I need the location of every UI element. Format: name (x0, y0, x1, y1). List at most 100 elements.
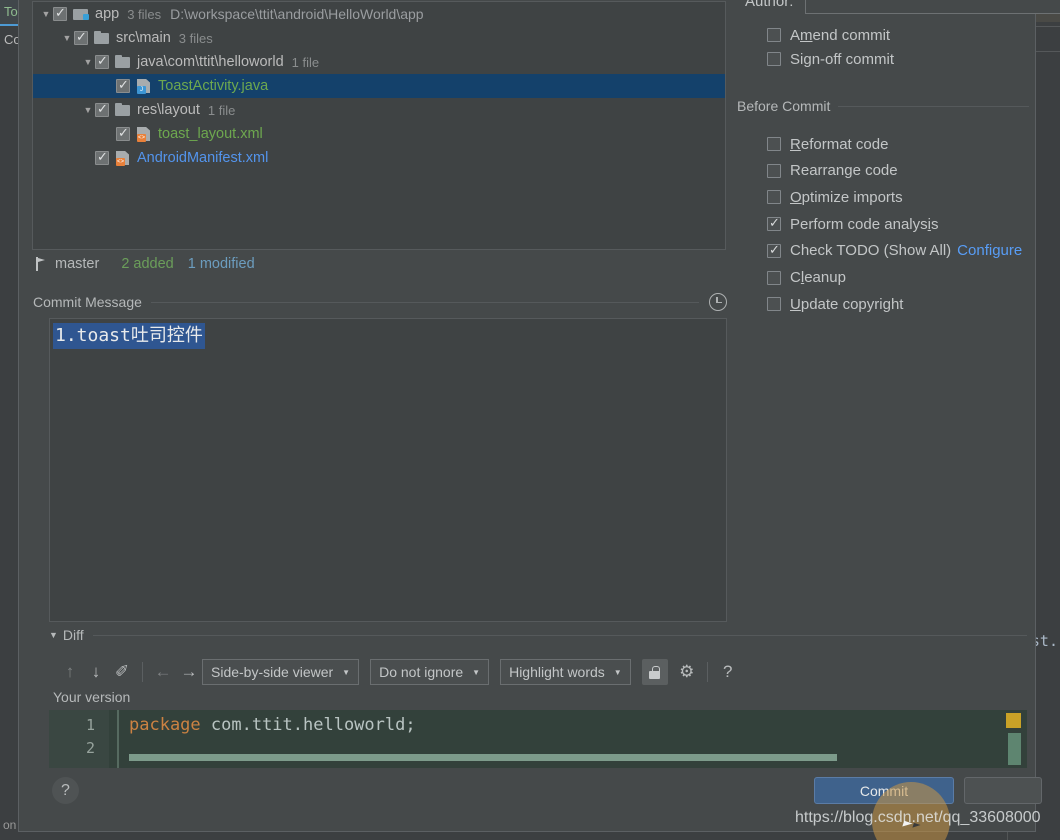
tree-row-file-count: 3 files (127, 6, 162, 22)
next-difference-icon[interactable]: ↓ (83, 659, 109, 685)
diff-change-marker[interactable] (1006, 713, 1021, 728)
tree-row-path: D:\workspace\ttit\android\HelloWorld\app (170, 6, 424, 22)
signoff-commit-label: Sign-off commit (790, 50, 894, 68)
tree-row-label: toast_layout.xml (158, 126, 263, 142)
viewer-mode-dropdown[interactable]: Side-by-side viewer ▼ (202, 659, 360, 685)
code-line: package com.ttit.helloworld; (129, 714, 416, 737)
screen-root: To Co on × st. ▼app3 filesD:\workspace\t… (0, 0, 1060, 840)
changed-files-tree[interactable]: ▼ app 3 files D:\workspace\ttit\android\Hel… (32, 1, 726, 250)
before-commit-label: Rearrange code (790, 162, 898, 180)
help-icon[interactable]: ? (715, 659, 741, 685)
tree-row[interactable]: ▼ res\layout 1 file (33, 98, 725, 122)
before-commit-option[interactable]: Check TODO (Show All) Configure (767, 241, 1022, 261)
added-count: 2 added (121, 256, 174, 272)
commit-message-value: 1.toast吐司控件 (53, 323, 205, 349)
tree-row[interactable]: ▼ src\main 3 files (33, 26, 725, 50)
before-commit-option[interactable]: Optimize imports (767, 187, 903, 207)
commit-message-rule (150, 301, 699, 303)
dialog-help-button[interactable]: ? (52, 777, 79, 804)
code-token: package (129, 715, 211, 735)
highlight-mode-value: Highlight words (509, 664, 605, 680)
before-commit-header: Before Commit (737, 98, 1029, 114)
signoff-commit-checkbox[interactable] (767, 52, 781, 66)
before-commit-checkbox[interactable] (767, 190, 781, 205)
gear-icon[interactable]: ⚙ (674, 659, 700, 685)
tree-row-checkbox[interactable] (53, 5, 67, 21)
before-commit-checkbox[interactable] (767, 163, 781, 178)
lock-toggle-button[interactable] (641, 659, 668, 685)
expand-arrow-icon[interactable]: ▼ (39, 9, 53, 19)
before-commit-option[interactable]: Cleanup (767, 268, 846, 288)
author-field[interactable] (805, 0, 1060, 14)
diff-code-pane[interactable]: 12 package com.ttit.helloworld; (49, 710, 1027, 768)
tree-row-checkbox[interactable] (116, 125, 130, 141)
diff-title: Diff (62, 627, 84, 643)
edit-icon[interactable]: ✐ (109, 659, 135, 685)
tree-row-checkbox[interactable] (95, 101, 109, 117)
tree-row-label: AndroidManifest.xml (137, 150, 269, 166)
before-commit-checkbox[interactable] (767, 297, 781, 312)
secondary-footer-button[interactable] (964, 777, 1042, 804)
before-commit-checkbox[interactable] (767, 215, 781, 232)
before-commit-option[interactable]: Rearrange code (767, 161, 898, 181)
java-file-icon: J (135, 78, 153, 94)
tree-row-checkbox[interactable] (95, 149, 109, 165)
accept-right-icon[interactable]: → (176, 659, 202, 685)
amend-commit-option[interactable]: Amend commit (767, 25, 890, 45)
file-type-badge: <> (116, 158, 125, 166)
chevron-down-icon: ▼ (342, 667, 351, 677)
diff-toolbar: ↑ ↓ ✐ ← → Side-by-side viewer ▼ Do not i… (57, 658, 741, 686)
signoff-commit-option[interactable]: Sign-off commit (767, 49, 894, 69)
previous-difference-icon[interactable]: ↑ (57, 659, 83, 685)
lock-icon (649, 665, 661, 679)
clock-icon[interactable] (709, 293, 727, 311)
before-commit-checkbox[interactable] (767, 137, 781, 151)
line-number: 1 (85, 716, 95, 734)
before-commit-option[interactable]: Perform code analysis (767, 214, 938, 234)
before-commit-rule (838, 105, 1029, 107)
diff-section-header[interactable]: ▼ Diff (49, 627, 1027, 643)
tree-row[interactable]: ▼ app 3 files D:\workspace\ttit\android\Hel… (33, 2, 725, 26)
tree-row-label: res\layout (137, 102, 200, 118)
diff-scrollbar[interactable] (1008, 733, 1021, 765)
highlight-mode-dropdown[interactable]: Highlight words ▼ (500, 659, 631, 685)
tree-row-label: src\main (116, 30, 171, 46)
tree-row[interactable]: ▼ java\com\ttit\helloworld 1 file (33, 50, 725, 74)
before-commit-title: Before Commit (737, 98, 831, 114)
tree-row-file-count: 1 file (291, 54, 320, 70)
expand-arrow-icon[interactable]: ▼ (81, 105, 95, 115)
chevron-down-icon: ▼ (472, 667, 481, 677)
tree-row-label: java\com\ttit\helloworld (137, 54, 284, 70)
viewer-mode-value: Side-by-side viewer (211, 664, 334, 680)
gutter-divider (117, 710, 119, 768)
xml-file-icon: <> (135, 126, 153, 142)
configure-link[interactable]: Configure (957, 242, 1022, 259)
toolbar-separator-2 (706, 662, 708, 682)
before-commit-checkbox[interactable] (767, 242, 781, 258)
before-commit-label: Perform code analysis (790, 215, 939, 233)
before-commit-option[interactable]: Update copyright (767, 294, 903, 314)
xml-file-icon: <> (114, 150, 132, 166)
commit-message-input[interactable]: 1.toast吐司控件 (49, 318, 727, 622)
toolbar-separator-1 (142, 662, 143, 682)
before-commit-option[interactable]: Reformat code (767, 134, 888, 154)
tree-row-checkbox[interactable] (116, 77, 130, 93)
tree-row[interactable]: ▼JToastActivity.java (33, 74, 725, 98)
folder-icon (114, 102, 132, 118)
expand-arrow-icon[interactable]: ▼ (60, 33, 74, 43)
tree-row-file-count: 3 files (178, 30, 213, 46)
amend-commit-checkbox[interactable] (767, 28, 781, 42)
diff-rule (92, 634, 1027, 636)
whitespace-mode-dropdown[interactable]: Do not ignore ▼ (370, 659, 490, 685)
accept-left-icon[interactable]: ← (150, 659, 176, 685)
tree-row-checkbox[interactable] (74, 29, 88, 45)
tree-row[interactable]: ▼<>toast_layout.xml (33, 122, 725, 146)
expand-arrow-icon[interactable]: ▼ (81, 57, 95, 67)
modified-count: 1 modified (187, 256, 255, 272)
tree-row-checkbox[interactable] (95, 53, 109, 69)
before-commit-checkbox[interactable] (767, 270, 781, 285)
author-label: Author: (745, 0, 794, 10)
tree-row[interactable]: ▼<>AndroidManifest.xml (33, 146, 725, 170)
line-number-gutter: 12 (49, 710, 109, 768)
chevron-down-icon[interactable]: ▼ (49, 630, 58, 640)
